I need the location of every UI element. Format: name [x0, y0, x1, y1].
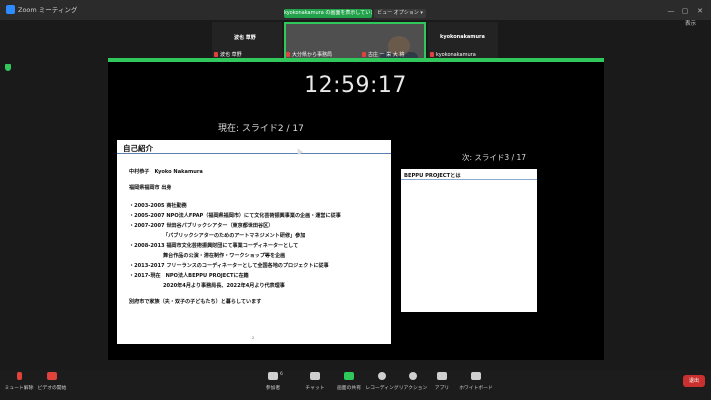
zoom-logo-icon [6, 5, 15, 14]
video-camera-icon [47, 372, 57, 380]
participants-icon [268, 372, 278, 380]
title-underline [117, 153, 391, 154]
chat-icon [310, 372, 320, 380]
muted-mic-icon [430, 52, 434, 57]
slide-line: 別府市で家族（夫・双子の子どもたち）と暮らしています [129, 299, 262, 305]
whiteboard-icon [471, 372, 481, 380]
participant-label: 大分県から事務局 [286, 51, 332, 58]
slide-line: 「パブリックシアターのためのアートマネジメント研修」参加 [163, 233, 306, 239]
slide-page-number: 2 [252, 336, 255, 340]
slide-line: ・2005-2007 NPO法人FPAP（福岡県福岡市）にて文化芸術振興事業の企… [129, 213, 341, 219]
participant-name: 波也 草野 [234, 35, 256, 41]
microphone-icon [16, 372, 22, 380]
view-options-button[interactable]: ビュー オプション ▾ [374, 9, 426, 18]
slide-line: ・2017-現在 NPO法人BEPPU PROJECTに在籍 [129, 273, 249, 279]
participant-label: 波也 草野 [214, 51, 242, 58]
participant-tile[interactable]: kyokonakamura kyokonakamura [428, 22, 498, 60]
slide-line: ・2008-2013 福岡市文化芸術振興財団にて事業コーディネーターとして [129, 243, 299, 249]
slide-line: ・2013-2017 フリーランスのコーディネーターとして全国各地のプロジェクト… [129, 263, 329, 269]
leave-meeting-button[interactable]: 退出 [683, 375, 705, 387]
slide-line: ・2003-2005 商社勤務 [129, 203, 187, 209]
window-title: Zoom ミーティング [18, 6, 78, 14]
apps-button[interactable]: アプリ [423, 372, 461, 391]
view-toggle-button[interactable]: 表示 [685, 19, 696, 27]
start-video-button[interactable]: ビデオの開始 [33, 372, 71, 391]
next-title-underline [401, 179, 537, 180]
slide-line: ・2007-2007 世田谷パブリックシアター（東京都世田谷区） [129, 223, 274, 229]
presentation-clock: 12:59:17 [304, 73, 407, 98]
share-screen-icon [344, 372, 354, 380]
slide-line: 中村恭子 Kyoko Nakamura [129, 169, 203, 175]
close-icon[interactable]: ✕ [695, 6, 705, 16]
muted-mic-icon [362, 52, 366, 57]
security-shield-icon[interactable] [5, 64, 11, 71]
current-slide-label: 現在: スライド2 / 17 [218, 124, 304, 134]
maximize-icon[interactable]: ▢ [680, 6, 690, 16]
slide-line: 2020年4月より事務局長、2022年4月より代表理事 [163, 283, 285, 289]
smile-icon [409, 372, 417, 380]
chat-button[interactable]: チャット [296, 372, 334, 391]
current-slide: 自己紹介 中村恭子 Kyoko Nakamura 福岡県福岡市 出身 ・2003… [117, 140, 391, 344]
participants-button[interactable]: 参加者 [254, 372, 292, 391]
muted-mic-icon [214, 52, 218, 57]
participant-name: kyokonakamura [440, 34, 485, 40]
minimize-icon[interactable]: — [666, 6, 676, 16]
slide-line: 福岡県福岡市 出身 [129, 185, 172, 191]
participant-video-tile[interactable]: 大分県から事務局 古庄 一 栄 大 将 [284, 22, 426, 60]
muted-mic-icon [286, 52, 290, 57]
participant-tile[interactable]: 波也 草野 波也 草野 [212, 22, 282, 60]
next-slide-title: BEPPU PROJECTとは [404, 173, 461, 179]
next-slide-preview[interactable]: BEPPU PROJECTとは [401, 169, 537, 312]
sharing-banner: kyokonakamura の画面を表示しています [284, 9, 372, 18]
whiteboard-button[interactable]: ホワイトボード [457, 372, 495, 391]
record-icon [378, 372, 386, 380]
participant-label: 古庄 一 栄 大 将 [362, 51, 404, 58]
apps-icon [437, 372, 447, 380]
slide-line: 舞台作品の公演・滞在制作・ワークショップ等を企画 [163, 253, 286, 259]
participants-count: 6 [280, 372, 283, 377]
next-slide-label: 次: スライド3 / 17 [462, 153, 527, 162]
